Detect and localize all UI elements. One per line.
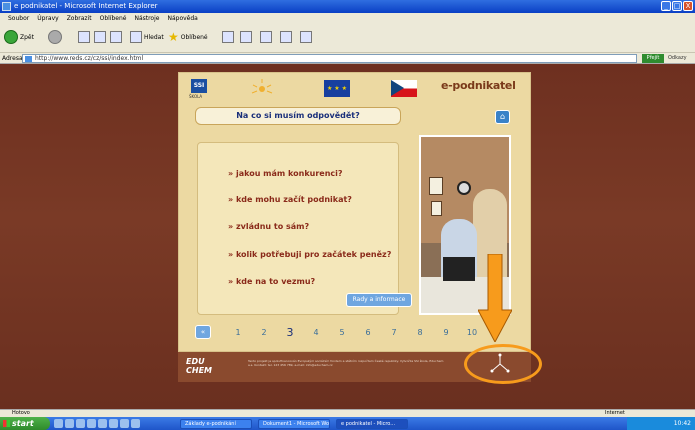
status-bar: Hotovo Internet <box>0 409 695 417</box>
questions-panel: » jakou mám konkurenci? » kde mohu začít… <box>197 142 412 315</box>
menu-item-edit[interactable]: Úpravy <box>37 13 58 24</box>
menu-item-file[interactable]: Soubor <box>8 13 29 24</box>
menu-bar: Soubor Úpravy Zobrazit Oblíbené Nástroje… <box>0 13 695 24</box>
quicklaunch-icon[interactable] <box>76 419 85 428</box>
window-titlebar: e podnikatel - Microsoft Internet Explor… <box>0 0 695 13</box>
taskbar-window-button[interactable]: Dokument1 - Microsoft Word <box>258 418 330 429</box>
tray-clock: 10:42 <box>673 420 691 427</box>
print-icon <box>280 31 292 43</box>
address-label: Adresa <box>2 55 23 62</box>
sparkle-logo-icon <box>490 353 510 373</box>
page-link[interactable]: 4 <box>303 328 329 337</box>
quicklaunch-icon[interactable] <box>65 419 74 428</box>
quick-launch <box>54 419 140 428</box>
menu-item-tools[interactable]: Nástroje <box>134 13 159 24</box>
ssi-logo: SSI <box>191 79 207 93</box>
search-icon <box>130 31 142 43</box>
internet-zone: Internet <box>605 410 625 416</box>
quicklaunch-icon[interactable] <box>120 419 129 428</box>
maximize-button[interactable]: □ <box>672 1 682 11</box>
back-arrow-icon <box>4 30 18 44</box>
question-link[interactable]: » jakou mám konkurenci? <box>228 169 343 178</box>
cz-flag-icon <box>391 80 417 97</box>
home-icon <box>110 31 122 43</box>
page-content: SSI ŠKOLA ★ ★ ★ e-podnikatel Na co si mu… <box>0 64 695 409</box>
page-link[interactable]: 2 <box>251 328 277 337</box>
quicklaunch-icon[interactable] <box>109 419 118 428</box>
question-link[interactable]: » kde na to vezmu? <box>228 277 315 286</box>
status-text: Hotovo <box>12 410 30 416</box>
history-button[interactable] <box>240 29 252 45</box>
mail-button[interactable] <box>260 29 272 45</box>
taskbar: start Základy e-podnikání Dokument1 - Mi… <box>0 417 695 430</box>
question-link[interactable]: » kde mohu začít podnikat? <box>228 195 352 204</box>
ssi-logo-sub: ŠKOLA <box>189 94 203 99</box>
page-link-current[interactable]: 3 <box>277 326 303 339</box>
eu-flag-icon: ★ ★ ★ <box>324 80 350 97</box>
print-button[interactable] <box>280 29 292 45</box>
forward-button[interactable] <box>48 29 62 45</box>
refresh-button[interactable] <box>94 29 106 45</box>
stop-button[interactable] <box>78 29 90 45</box>
browser-toolbar: Zpět Hledat ★ Oblíbené <box>0 24 695 53</box>
more-info-button[interactable]: Rady a informace <box>346 293 412 307</box>
edit-button[interactable] <box>300 29 312 45</box>
address-bar: Adresa http://www.reds.cz/cz/ssi/index.h… <box>0 53 695 64</box>
media-button[interactable] <box>222 29 234 45</box>
links-button[interactable]: Odkazy <box>668 53 687 64</box>
search-button[interactable]: Hledat <box>130 29 164 45</box>
minimize-button[interactable]: _ <box>661 1 671 11</box>
menu-item-view[interactable]: Zobrazit <box>67 13 92 24</box>
stop-icon <box>78 31 90 43</box>
ie-app-icon <box>2 2 11 11</box>
forward-arrow-icon <box>48 30 62 44</box>
page-link[interactable]: 6 <box>355 328 381 337</box>
home-button[interactable] <box>110 29 122 45</box>
quicklaunch-icon[interactable] <box>98 419 107 428</box>
sun-logo-icon <box>251 79 273 94</box>
question-heading: Na co si musím odpovědět? <box>195 107 401 125</box>
question-link[interactable]: » kolik potřebuji pro začátek peněz? <box>228 250 391 259</box>
address-url: http://www.reds.cz/cz/ssi/index.html <box>35 55 144 62</box>
start-button[interactable]: start <box>0 417 50 430</box>
educhem-logo: EDU CHEM <box>186 357 212 375</box>
media-icon <box>222 31 234 43</box>
search-label: Hledat <box>144 33 164 41</box>
favorites-button[interactable]: ★ Oblíbené <box>168 29 208 45</box>
page-link[interactable]: 5 <box>329 328 355 337</box>
address-input[interactable]: http://www.reds.cz/cz/ssi/index.html <box>22 54 637 63</box>
page-link[interactable]: 1 <box>225 328 251 337</box>
window-title: e podnikatel - Microsoft Internet Explor… <box>14 2 158 10</box>
favorites-label: Oblíbené <box>180 33 208 41</box>
taskbar-window-button-active[interactable]: e podnikatel - Micro... <box>336 418 408 429</box>
footer-text: Tento projekt je spolufinancován Evropsk… <box>248 359 444 367</box>
back-button[interactable]: Zpět <box>4 29 34 45</box>
edit-icon <box>300 31 312 43</box>
orange-arrow-icon <box>478 254 512 342</box>
brand-title: e-podnikatel <box>441 79 516 92</box>
history-icon <box>240 31 252 43</box>
page-navigation: « 1 2 3 4 5 6 7 8 9 10 <box>195 325 485 339</box>
mail-icon <box>260 31 272 43</box>
window-controls: _ □ X <box>661 1 693 11</box>
page-icon <box>25 56 32 62</box>
refresh-icon <box>94 31 106 43</box>
taskbar-window-button[interactable]: Základy e-podnikání <box>180 418 252 429</box>
back-label: Zpět <box>20 33 34 41</box>
page-link[interactable]: 9 <box>433 328 459 337</box>
home-app-button[interactable]: ⌂ <box>495 110 510 124</box>
quicklaunch-icon[interactable] <box>87 419 96 428</box>
quicklaunch-icon[interactable] <box>54 419 63 428</box>
menu-item-help[interactable]: Nápověda <box>167 13 197 24</box>
quicklaunch-icon[interactable] <box>131 419 140 428</box>
question-link[interactable]: » zvládnu to sám? <box>228 222 309 231</box>
system-tray: 10:42 <box>627 417 695 430</box>
page-link[interactable]: 7 <box>381 328 407 337</box>
favorites-star-icon: ★ <box>168 30 179 44</box>
page-link[interactable]: 8 <box>407 328 433 337</box>
menu-item-favorites[interactable]: Oblíbené <box>100 13 127 24</box>
go-button[interactable]: Přejít <box>642 54 664 63</box>
prev-page-button[interactable]: « <box>195 325 211 339</box>
close-button[interactable]: X <box>683 1 693 11</box>
